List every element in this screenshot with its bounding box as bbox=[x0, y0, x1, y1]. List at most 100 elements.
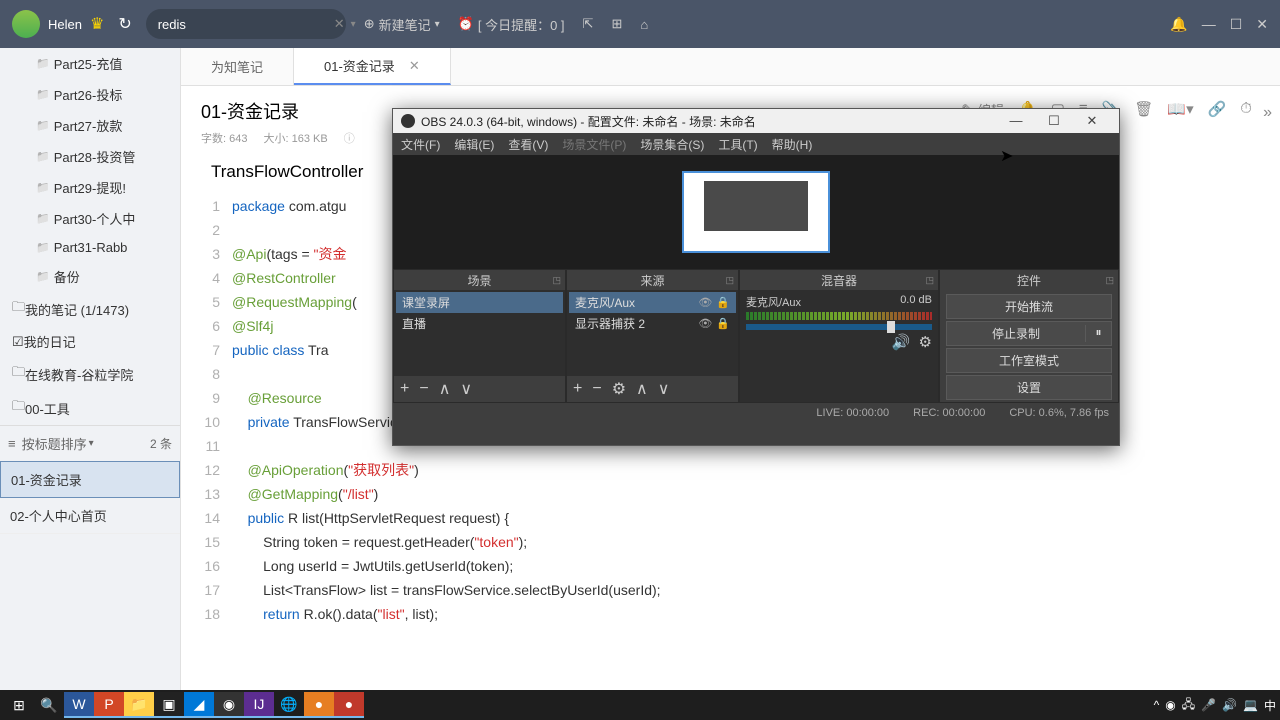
scene-item[interactable]: 直播 bbox=[396, 313, 563, 334]
popout-icon[interactable]: ◳ bbox=[1105, 275, 1114, 286]
source-item[interactable]: 显示器捕获 2👁🔒 bbox=[569, 313, 736, 334]
tab-wiznote[interactable]: 为知笔记 bbox=[181, 48, 294, 85]
clock-icon[interactable]: ⏱ bbox=[1240, 100, 1252, 119]
close-button[interactable]: ✕ bbox=[1256, 16, 1268, 33]
minimize-button[interactable]: — bbox=[1202, 16, 1216, 33]
eye-icon[interactable]: 👁 bbox=[698, 296, 712, 309]
popout-icon[interactable]: ◳ bbox=[725, 275, 734, 286]
gear-icon[interactable]: ⚙ bbox=[612, 379, 626, 399]
down-icon[interactable]: ∨ bbox=[658, 379, 670, 399]
start-stream-button[interactable]: 开始推流 bbox=[946, 294, 1112, 319]
tray-ime[interactable]: 中 bbox=[1264, 697, 1276, 714]
source-item[interactable]: 麦克风/Aux👁🔒 bbox=[569, 292, 736, 313]
clear-search-icon[interactable]: ✕ bbox=[334, 16, 345, 32]
task-app2[interactable]: ● bbox=[334, 692, 364, 718]
lock-icon[interactable]: 🔒 bbox=[716, 317, 730, 330]
notify-icon[interactable]: 🔔 bbox=[1170, 16, 1187, 33]
avatar[interactable] bbox=[12, 10, 40, 38]
menu-edit[interactable]: 编辑(E) bbox=[454, 136, 494, 153]
tray-battery-icon[interactable]: 💻 bbox=[1243, 698, 1258, 712]
tray-obs-icon[interactable]: ◉ bbox=[1165, 698, 1175, 712]
crown-icon[interactable]: ♛ bbox=[90, 14, 104, 34]
task-idea[interactable]: IJ bbox=[244, 692, 274, 718]
new-note-button[interactable]: ⊕新建笔记▾ bbox=[364, 15, 440, 34]
add-icon[interactable]: + bbox=[573, 380, 582, 398]
apps-icon[interactable]: ⊞ bbox=[611, 16, 622, 32]
popout-icon[interactable]: ◳ bbox=[925, 275, 934, 286]
eye-icon[interactable]: 👁 bbox=[698, 317, 712, 330]
task-word[interactable]: W bbox=[64, 692, 94, 718]
share-icon[interactable]: 🔗 bbox=[1208, 100, 1227, 119]
folder-item[interactable]: Part31-Rabb bbox=[0, 234, 180, 261]
note-list-item[interactable]: 02-个人中心首页 bbox=[0, 498, 180, 534]
task-terminal[interactable]: ▣ bbox=[154, 692, 184, 718]
home-icon[interactable]: ⌂ bbox=[640, 17, 648, 32]
menu-help[interactable]: 帮助(H) bbox=[772, 136, 813, 153]
tray-vol-icon[interactable]: 🔊 bbox=[1222, 698, 1237, 712]
search-input[interactable] bbox=[158, 17, 334, 32]
lock-icon[interactable]: 🔒 bbox=[716, 296, 730, 309]
tab-document[interactable]: 01-资金记录✕ bbox=[294, 48, 451, 85]
popout-icon[interactable]: ◳ bbox=[552, 275, 561, 286]
task-ppt[interactable]: P bbox=[94, 692, 124, 718]
folder-item[interactable]: Part25-充值 bbox=[0, 48, 180, 79]
menu-file[interactable]: 文件(F) bbox=[401, 136, 440, 153]
search-button[interactable]: 🔍 bbox=[34, 692, 64, 718]
scene-item[interactable]: 课堂录屏 bbox=[396, 292, 563, 313]
task-chrome[interactable]: 🌐 bbox=[274, 692, 304, 718]
obs-close[interactable]: ✕ bbox=[1073, 113, 1111, 129]
obs-titlebar[interactable]: OBS 24.0.3 (64-bit, windows) - 配置文件: 未命名… bbox=[393, 109, 1119, 133]
maximize-button[interactable]: ☐ bbox=[1230, 16, 1243, 33]
search-box[interactable]: ✕ ▾ bbox=[146, 9, 346, 39]
studio-mode-button[interactable]: 工作室模式 bbox=[946, 348, 1112, 373]
menu-view[interactable]: 查看(V) bbox=[508, 136, 548, 153]
stop-record-button[interactable]: 停止录制⏸ bbox=[946, 321, 1112, 346]
folder-item[interactable]: Part29-提现! bbox=[0, 172, 180, 203]
sort-row[interactable]: ≡ 按标题排序 ▾ 2 条 bbox=[0, 425, 180, 461]
task-explorer[interactable]: 📁 bbox=[124, 692, 154, 718]
more-icon[interactable]: » bbox=[1263, 104, 1272, 122]
down-icon[interactable]: ∨ bbox=[460, 379, 472, 399]
folder-item[interactable]: Part28-投资管 bbox=[0, 141, 180, 172]
up-icon[interactable]: ∧ bbox=[439, 379, 451, 399]
obs-maximize[interactable]: ☐ bbox=[1035, 113, 1073, 129]
remove-icon[interactable]: − bbox=[419, 380, 428, 398]
export-icon[interactable]: ⇱ bbox=[583, 16, 594, 32]
tray-mic-icon[interactable]: 🎤 bbox=[1201, 698, 1216, 712]
task-vscode[interactable]: ◢ bbox=[184, 692, 214, 718]
group-edu[interactable]: 🗀 在线教育-谷粒学院 bbox=[0, 357, 180, 391]
close-tab-icon[interactable]: ✕ bbox=[409, 58, 420, 74]
pause-icon[interactable]: ⏸ bbox=[1085, 325, 1111, 342]
preview-thumbnail[interactable] bbox=[682, 171, 830, 253]
speaker-icon[interactable]: 🔊 bbox=[892, 333, 911, 351]
volume-slider[interactable] bbox=[746, 324, 932, 330]
group-diary[interactable]: ☑ 我的日记 bbox=[0, 326, 180, 357]
group-mynotes[interactable]: 🗀 我的笔记 (1/1473) bbox=[0, 292, 180, 326]
menu-tools[interactable]: 工具(T) bbox=[718, 136, 757, 153]
menu-profile[interactable]: 场景文件(P) bbox=[562, 136, 626, 153]
info-icon[interactable]: ⓘ bbox=[344, 130, 355, 146]
book-icon[interactable]: 📖▾ bbox=[1167, 100, 1193, 119]
note-list-item[interactable]: 01-资金记录 bbox=[0, 461, 180, 498]
task-app1[interactable]: ● bbox=[304, 692, 334, 718]
folder-item[interactable]: 备份 bbox=[0, 261, 180, 292]
menu-scenecol[interactable]: 场景集合(S) bbox=[640, 136, 704, 153]
tray-up-icon[interactable]: ^ bbox=[1154, 698, 1160, 712]
folder-item[interactable]: Part26-投标 bbox=[0, 79, 180, 110]
task-obs[interactable]: ◉ bbox=[214, 692, 244, 718]
tray-net-icon[interactable]: 🖧 bbox=[1182, 695, 1195, 716]
trash-icon[interactable]: 🗑 bbox=[1134, 100, 1153, 119]
remove-icon[interactable]: − bbox=[592, 380, 601, 398]
folder-item[interactable]: Part27-放款 bbox=[0, 110, 180, 141]
gear-icon[interactable]: ⚙ bbox=[919, 333, 932, 351]
search-dropdown-icon[interactable]: ▾ bbox=[351, 19, 356, 30]
refresh-icon[interactable]: ↻ bbox=[118, 14, 131, 34]
system-tray[interactable]: ^ ◉ 🖧 🎤 🔊 💻 中 bbox=[1154, 695, 1276, 716]
obs-preview[interactable] bbox=[393, 155, 1119, 269]
settings-button[interactable]: 设置 bbox=[946, 375, 1112, 400]
folder-item[interactable]: Part30-个人中 bbox=[0, 203, 180, 234]
up-icon[interactable]: ∧ bbox=[636, 379, 648, 399]
obs-minimize[interactable]: — bbox=[997, 113, 1035, 129]
group-tools[interactable]: 🗀 00-工具 bbox=[0, 391, 180, 425]
reminder-button[interactable]: ⏰[ 今日提醒：0 ] bbox=[458, 15, 565, 34]
